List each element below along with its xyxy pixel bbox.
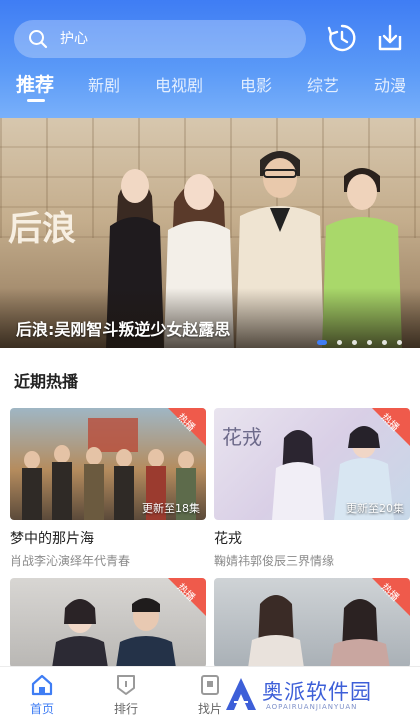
carousel-dot[interactable] [397,340,402,345]
banner-logo-text: 后浪 [8,209,76,249]
watermark-logo-icon [226,678,256,710]
show-thumbnail[interactable]: 花戎 热播 更新至20集 [214,408,410,520]
show-subtitle: 肖战李沁演绎年代青春 [10,554,131,568]
nav-home-label: 首页 [29,702,54,716]
search-icon [29,30,48,49]
nav-ranking-label: 排行 [113,702,138,716]
banner-logo: 后浪 [8,209,76,249]
svg-text:花戎: 花戎 [222,425,262,449]
nav-home[interactable]: 首页 [12,673,72,717]
episode-update: 更新至20集 [346,502,404,515]
hero-banner[interactable]: 后浪 后浪:吴刚智斗叛逆少女赵露思 [0,118,420,348]
carousel-dot[interactable] [316,340,327,345]
category-tabs: 推荐 新剧 电视剧 电影 综艺 动漫 [0,68,420,108]
nav-ranking[interactable]: 排行 [96,673,156,717]
show-card[interactable]: 花戎 热播 更新至20集 花戎 鞠婧祎郭俊辰三界情缘 [214,408,410,569]
section-title: 近期热播 [14,372,79,391]
show-subtitle: 鞠婧祎郭俊辰三界情缘 [214,554,335,568]
show-thumbnail[interactable]: 热播 更新至18集 [10,408,206,520]
show-card[interactable]: 热播 [10,578,206,668]
carousel-dot[interactable] [366,340,372,345]
carousel-dot[interactable] [336,340,342,345]
show-title[interactable]: 梦中的那片海 [10,528,206,548]
show-card[interactable]: 热播 更新至18集 梦中的那片海 肖战李沁演绎年代青春 [10,408,206,569]
banner-caption[interactable]: 后浪:吴刚智斗叛逆少女赵露思 [16,316,230,340]
search-input[interactable] [60,29,290,49]
watermark-text: 奥派软件园 [262,680,372,704]
episode-update: 更新至18集 [142,502,200,515]
find-icon [201,675,219,695]
ranking-icon [117,675,135,695]
header: 推荐 新剧 电视剧 电影 综艺 动漫 [0,0,420,118]
show-card[interactable]: 热播 [214,578,410,668]
carousel-dot[interactable] [351,340,357,345]
show-thumbnail[interactable]: 热播 [214,578,410,668]
watermark-subtext: AOPAIRUANJIANYUAN [266,703,358,711]
tab-anime[interactable]: 动漫 [374,72,406,96]
tab-movie[interactable]: 电影 [240,72,272,96]
tab-recommend[interactable]: 推荐 [16,70,54,97]
tab-tv-series[interactable]: 电视剧 [155,72,203,96]
show-thumbnail[interactable]: 热播 [10,578,206,668]
show-title[interactable]: 花戎 [214,528,410,548]
carousel-dots [312,330,402,345]
active-tab-indicator [27,99,45,102]
watermark: 奥派软件园 AOPAIRUANJIANYUAN [222,672,412,716]
tab-variety[interactable]: 综艺 [307,72,339,96]
carousel-dot[interactable] [381,340,387,345]
history-icon[interactable] [326,22,358,54]
tab-new-drama[interactable]: 新剧 [88,72,120,96]
home-icon [31,674,53,696]
search-bar[interactable] [14,20,306,58]
download-icon[interactable] [374,22,406,54]
